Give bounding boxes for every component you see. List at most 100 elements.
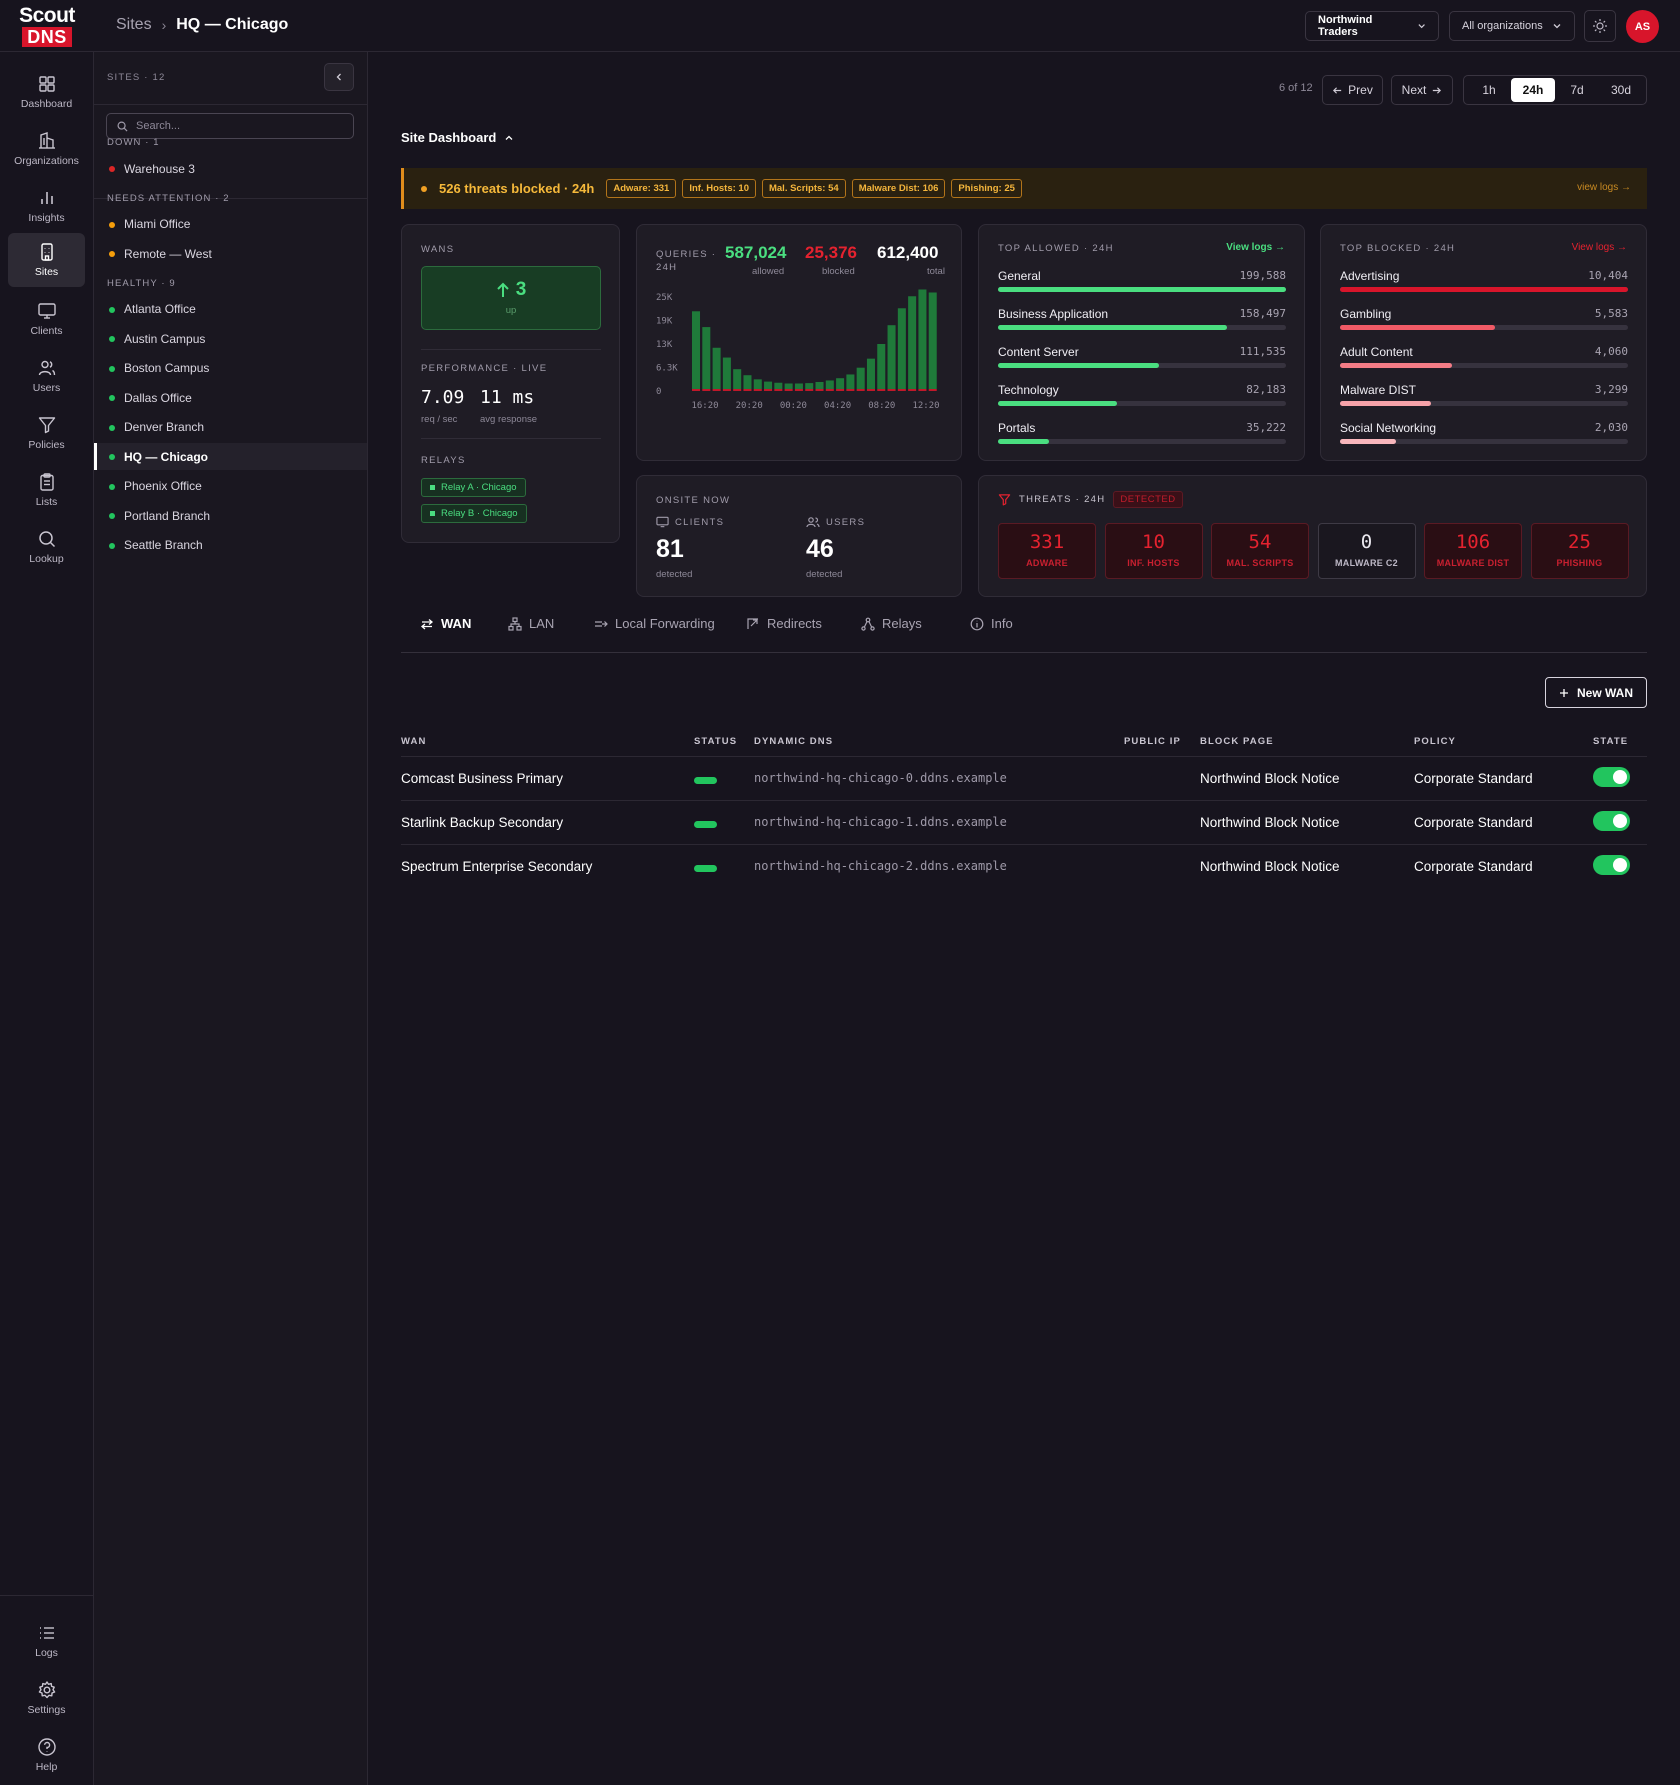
allowed-bar[interactable] [918,289,927,389]
time-range-7d[interactable]: 7d [1555,78,1599,102]
top-allowed-row[interactable]: Business Application 158,497 [998,307,1286,333]
blocked-bar[interactable] [846,389,855,391]
wan-name[interactable]: Starlink Backup Secondary [401,815,563,830]
allowed-bar[interactable] [846,374,855,389]
collapse-panel-button[interactable] [324,63,354,91]
blocked-bar[interactable] [815,389,824,391]
allowed-bar[interactable] [722,357,731,389]
site-item-hq-chicago[interactable]: HQ — Chicago [94,443,367,470]
blocked-bar[interactable] [753,389,762,391]
nav-policies[interactable]: Policies [8,406,85,460]
site-item-portland-branch[interactable]: Portland Branch [94,502,367,529]
nav-help[interactable]: Help [8,1728,85,1782]
site-item-warehouse-3[interactable]: Warehouse 3 [94,155,367,182]
next-site-button[interactable]: Next [1391,75,1453,105]
blocked-bar[interactable] [743,389,752,391]
blocked-bar[interactable] [774,389,783,391]
allowed-bar[interactable] [764,381,773,389]
site-item-boston-campus[interactable]: Boston Campus [94,355,367,382]
threat-box-phishing[interactable]: 25 PHISHING [1530,523,1629,579]
blocked-bar[interactable] [897,389,906,391]
blocked-bar[interactable] [794,389,803,391]
blocked-bar[interactable] [733,389,742,391]
tab-local-forwarding[interactable]: Local Forwarding [594,616,715,631]
allowed-bar[interactable] [743,375,752,389]
sites-search-box[interactable] [106,113,354,139]
time-range-30d[interactable]: 30d [1599,78,1643,102]
nav-sites[interactable]: Sites [8,233,85,287]
threat-box-mal-scripts[interactable]: 54 MAL. SCRIPTS [1211,523,1309,579]
blocked-bar[interactable] [908,389,917,391]
nav-clients[interactable]: Clients [8,292,85,346]
site-item-seattle-branch[interactable]: Seattle Branch [94,532,367,559]
blocked-bar[interactable] [918,389,927,391]
nav-logs[interactable]: Logs [8,1614,85,1668]
nav-settings[interactable]: Settings [8,1671,85,1725]
allowed-bar[interactable] [928,292,937,389]
theme-toggle-button[interactable] [1584,10,1616,42]
top-blocked-row[interactable]: Advertising 10,404 [1340,269,1628,295]
threat-box-adware[interactable]: 331 ADWARE [998,523,1096,579]
time-range-1h[interactable]: 1h [1467,78,1511,102]
allowed-bar[interactable] [712,347,721,389]
site-item-denver-branch[interactable]: Denver Branch [94,414,367,441]
table-row[interactable]: Spectrum Enterprise Secondary northwind-h… [401,844,1647,888]
state-toggle[interactable] [1593,855,1630,875]
blocked-bar[interactable] [692,389,701,391]
relay-badge[interactable]: Relay A · Chicago [421,478,526,497]
tab-redirects[interactable]: Redirects [746,616,822,631]
top-blocked-row[interactable]: Gambling 5,583 [1340,307,1628,333]
top-blocked-row[interactable]: Social Networking 2,030 [1340,421,1628,447]
top-allowed-row[interactable]: Portals 35,222 [998,421,1286,447]
allowed-bar[interactable] [908,296,917,389]
column-header-status[interactable]: STATUS [694,736,737,747]
blocked-bar[interactable] [928,389,937,391]
state-toggle[interactable] [1593,811,1630,831]
time-range-24h[interactable]: 24h [1511,78,1555,102]
allowed-bar[interactable] [753,379,762,389]
allowed-bar[interactable] [825,380,834,389]
top-allowed-row[interactable]: Content Server 111,535 [998,345,1286,371]
table-row[interactable]: Comcast Business Primary northwind-hq-chi… [401,756,1647,800]
nav-lookup[interactable]: Lookup [8,520,85,574]
blocked-bar[interactable] [805,389,814,391]
column-header-state[interactable]: STATE [1593,736,1628,747]
relay-badge[interactable]: Relay B · Chicago [421,504,527,523]
site-item-remote-west[interactable]: Remote — West [94,240,367,267]
column-header-dynamic-dns[interactable]: DYNAMIC DNS [754,736,833,747]
allowed-bar[interactable] [794,383,803,389]
sites-search-input[interactable] [136,120,336,132]
top-allowed-row[interactable]: Technology 82,183 [998,383,1286,409]
allowed-bar[interactable] [805,383,814,389]
allowed-bar[interactable] [702,327,711,389]
allowed-bar[interactable] [856,367,865,389]
prev-site-button[interactable]: Prev [1322,75,1383,105]
allowed-bar[interactable] [866,358,875,389]
nav-users[interactable]: Users [8,349,85,403]
breadcrumb-sites-link[interactable]: Sites [116,16,152,34]
banner-view-logs-link[interactable]: view logs → [1577,182,1631,193]
site-item-atlanta-office[interactable]: Atlanta Office [94,296,367,323]
blocked-bar[interactable] [702,389,711,391]
wans-up-tile[interactable]: 3 up [421,266,601,330]
top-allowed-row[interactable]: General 199,588 [998,269,1286,295]
site-dashboard-toggle[interactable]: Site Dashboard [401,130,514,145]
nav-lists[interactable]: Lists [8,463,85,517]
new-wan-button[interactable]: New WAN [1545,677,1647,708]
blocked-bar[interactable] [722,389,731,391]
threat-box-malware-c2[interactable]: 0 MALWARE C2 [1317,523,1416,579]
tab-wan[interactable]: WAN [420,616,471,631]
allowed-bar[interactable] [733,369,742,389]
threat-box-malware-dist[interactable]: 106 MALWARE DIST [1424,523,1522,579]
column-header-block-page[interactable]: BLOCK PAGE [1200,736,1274,747]
allowed-bar[interactable] [815,381,824,389]
threat-box-inf-hosts[interactable]: 10 INF. HOSTS [1104,523,1203,579]
organization-select[interactable]: Northwind Traders [1305,11,1439,41]
blocked-bar[interactable] [856,389,865,391]
top-blocked-row[interactable]: Adult Content 4,060 [1340,345,1628,371]
table-row[interactable]: Starlink Backup Secondary northwind-hq-ch… [401,800,1647,844]
state-toggle[interactable] [1593,767,1630,787]
user-avatar[interactable]: AS [1626,10,1659,43]
wan-name[interactable]: Spectrum Enterprise Secondary [401,859,592,874]
column-header-policy[interactable]: POLICY [1414,736,1456,747]
